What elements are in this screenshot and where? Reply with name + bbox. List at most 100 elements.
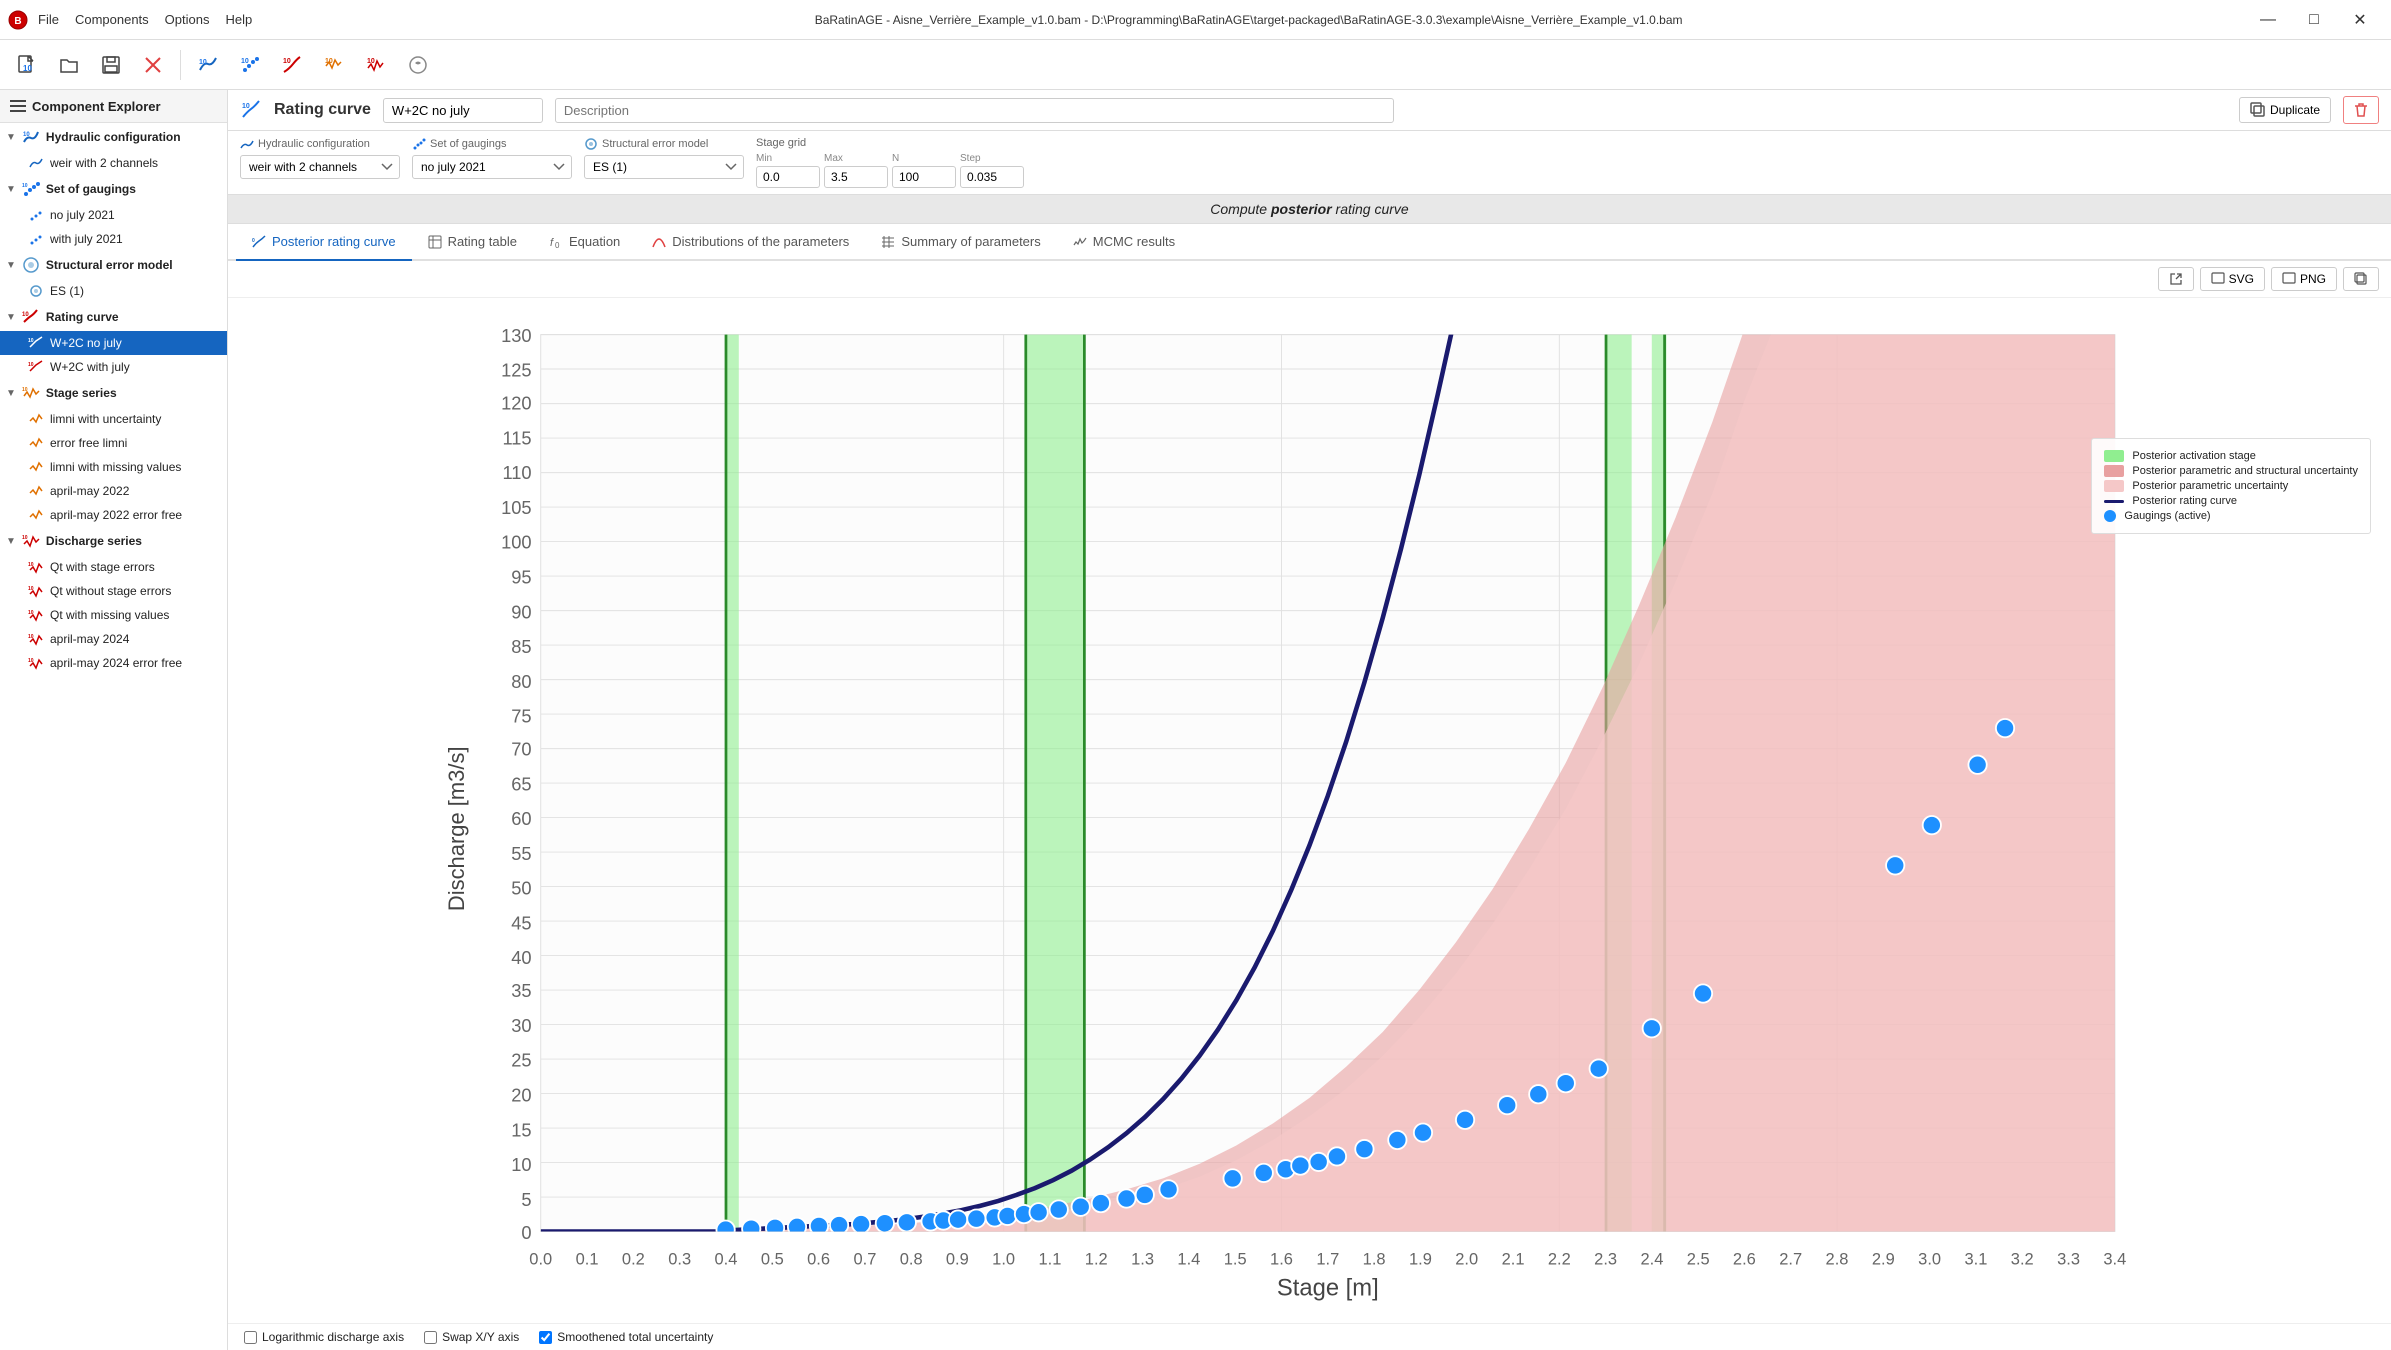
sidebar-item-april-may-2024-ef[interactable]: 10 april-may 2024 error free [0, 651, 227, 675]
menu-options[interactable]: Options [165, 12, 210, 27]
tab-equation[interactable]: f 0 Equation [533, 224, 636, 261]
new-button[interactable]: 10 [8, 46, 46, 84]
copy-button[interactable] [2343, 267, 2379, 291]
open-button[interactable] [50, 46, 88, 84]
sidebar-item-qt-missing[interactable]: 10 Qt with missing values [0, 603, 227, 627]
rc-name-input[interactable] [383, 98, 543, 123]
sidebar-section-structural[interactable]: ▼ Structural error model [0, 251, 227, 279]
svg-text:85: 85 [511, 636, 531, 657]
svg-text:2.4: 2.4 [1641, 1250, 1664, 1268]
svg-text:2.3: 2.3 [1594, 1250, 1617, 1268]
compute-text-bold: posterior [1271, 201, 1332, 217]
smoothed-checkbox-label[interactable]: Smoothened total uncertainty [539, 1330, 713, 1344]
save-svg-button[interactable]: SVG [2200, 267, 2265, 291]
sidebar-item-with-july[interactable]: with july 2021 [0, 227, 227, 251]
tab-posterior-rc[interactable]: 0 Posterior rating curve [236, 224, 412, 261]
legend-item-param-struct: Posterior parametric and structural unce… [2104, 465, 2358, 477]
qt-stage-errors-icon: 10 [28, 559, 44, 575]
stage-series-button[interactable]: 10 [315, 46, 353, 84]
sidebar-item-april-may-2022[interactable]: april-may 2022 [0, 479, 227, 503]
minimize-button[interactable]: — [2245, 5, 2291, 35]
menu-help[interactable]: Help [225, 12, 252, 27]
toolbar-sep-1 [180, 50, 181, 80]
svg-text:125: 125 [501, 360, 532, 381]
sidebar-item-limni-unc[interactable]: limni with uncertainty [0, 407, 227, 431]
sidebar-item-label-es1: ES (1) [50, 284, 84, 298]
sidebar-item-w2c-no-july[interactable]: 10 W+2C no july [0, 331, 227, 355]
tab-summary[interactable]: Summary of parameters [865, 224, 1056, 261]
sidebar-section-stage[interactable]: ▼ 10 Stage series [0, 379, 227, 407]
stage-grid-group: Stage grid Min Max N Step [756, 137, 1024, 188]
sidebar-item-weir[interactable]: weir with 2 channels [0, 151, 227, 175]
gaugings-button[interactable]: 10 [231, 46, 269, 84]
tab-equation-icon: f 0 [549, 235, 563, 249]
smoothed-checkbox[interactable] [539, 1331, 552, 1344]
menu-components[interactable]: Components [75, 12, 149, 27]
sidebar-section-gaugings[interactable]: ▼ 10 Set of gaugings [0, 175, 227, 203]
close-button[interactable]: ✕ [2337, 5, 2383, 35]
swap-checkbox[interactable] [424, 1331, 437, 1344]
n-input[interactable] [892, 166, 956, 188]
logarithmic-checkbox[interactable] [244, 1331, 257, 1344]
discharge-series-button[interactable]: 10 [357, 46, 395, 84]
sidebar-item-no-july[interactable]: no july 2021 [0, 203, 227, 227]
swap-checkbox-label[interactable]: Swap X/Y axis [424, 1330, 519, 1344]
sidebar-section-hydraulic[interactable]: ▼ 10 Hydraulic configuration [0, 123, 227, 151]
tab-distributions[interactable]: Distributions of the parameters [636, 224, 865, 261]
sidebar-item-april-may-2024[interactable]: 10 april-may 2024 [0, 627, 227, 651]
rc-desc-input[interactable] [555, 98, 1394, 123]
hydraulic-select[interactable]: weir with 2 channels [240, 155, 400, 179]
rating-curve-button[interactable]: 10 [273, 46, 311, 84]
sidebar-item-label-qt-stage-errors: Qt with stage errors [50, 560, 155, 574]
maximize-button[interactable]: □ [2291, 5, 2337, 35]
sidebar-item-w2c-with-july[interactable]: 10 W+2C with july [0, 355, 227, 379]
sidebar-section-discharge[interactable]: ▼ 10 Discharge series [0, 527, 227, 555]
svg-text:100: 100 [501, 532, 532, 553]
compute-row[interactable]: Compute posterior rating curve [228, 195, 2391, 224]
delete-button[interactable] [2343, 96, 2379, 124]
rc-title-label: Rating curve [274, 101, 371, 119]
logarithmic-checkbox-label[interactable]: Logarithmic discharge axis [244, 1330, 404, 1344]
svg-text:10: 10 [22, 183, 28, 189]
open-external-button[interactable] [2158, 267, 2194, 291]
legend-color-param-unc [2104, 480, 2124, 492]
sidebar-header[interactable]: Component Explorer [0, 90, 227, 123]
close-file-button[interactable] [134, 46, 172, 84]
svg-text:80: 80 [511, 671, 531, 692]
sidebar-section-rating[interactable]: ▼ 10 Rating curve [0, 303, 227, 331]
step-input[interactable] [960, 166, 1024, 188]
stage-grid-row: Min Max N Step [756, 153, 1024, 188]
save-png-button[interactable]: PNG [2271, 267, 2337, 291]
duplicate-button[interactable]: Duplicate [2239, 97, 2331, 123]
tab-rating-table[interactable]: Rating table [412, 224, 533, 261]
sidebar-item-label-limni-missing: limni with missing values [50, 460, 181, 474]
sidebar-item-es1[interactable]: ES (1) [0, 279, 227, 303]
svg-text:10: 10 [511, 1154, 531, 1175]
max-input[interactable] [824, 166, 888, 188]
min-input[interactable] [756, 166, 820, 188]
sidebar-item-qt-no-stage-errors[interactable]: 10 Qt without stage errors [0, 579, 227, 603]
no-july-icon [28, 207, 44, 223]
sidebar-item-april-may-2022-ef[interactable]: april-may 2022 error free [0, 503, 227, 527]
sidebar-item-limni-missing[interactable]: limni with missing values [0, 455, 227, 479]
svg-text:0.3: 0.3 [668, 1250, 691, 1268]
duplicate-label: Duplicate [2270, 103, 2320, 117]
sidebar-item-qt-stage-errors[interactable]: 10 Qt with stage errors [0, 555, 227, 579]
svg-text:10: 10 [23, 132, 30, 138]
tab-mcmc[interactable]: MCMC results [1057, 224, 1191, 261]
svg-text:25: 25 [511, 1050, 531, 1071]
hydraulic-config-button[interactable]: 10 [189, 46, 227, 84]
legend-label-rc-line: Posterior rating curve [2132, 495, 2237, 507]
svg-text:10: 10 [22, 387, 28, 393]
save-button[interactable] [92, 46, 130, 84]
sidebar-item-error-free-limni[interactable]: error free limni [0, 431, 227, 455]
legend-item-rc-line: Posterior rating curve [2104, 495, 2358, 507]
svg-text:10: 10 [28, 634, 34, 640]
menu-file[interactable]: File [38, 12, 59, 27]
structural-select[interactable]: ES (1) [584, 155, 744, 179]
svg-text:10: 10 [28, 658, 34, 664]
chevron-structural: ▼ [6, 260, 16, 271]
gaugings-select[interactable]: no july 2021 [412, 155, 572, 179]
extra-button[interactable] [399, 46, 437, 84]
copy-icon [2354, 272, 2368, 286]
